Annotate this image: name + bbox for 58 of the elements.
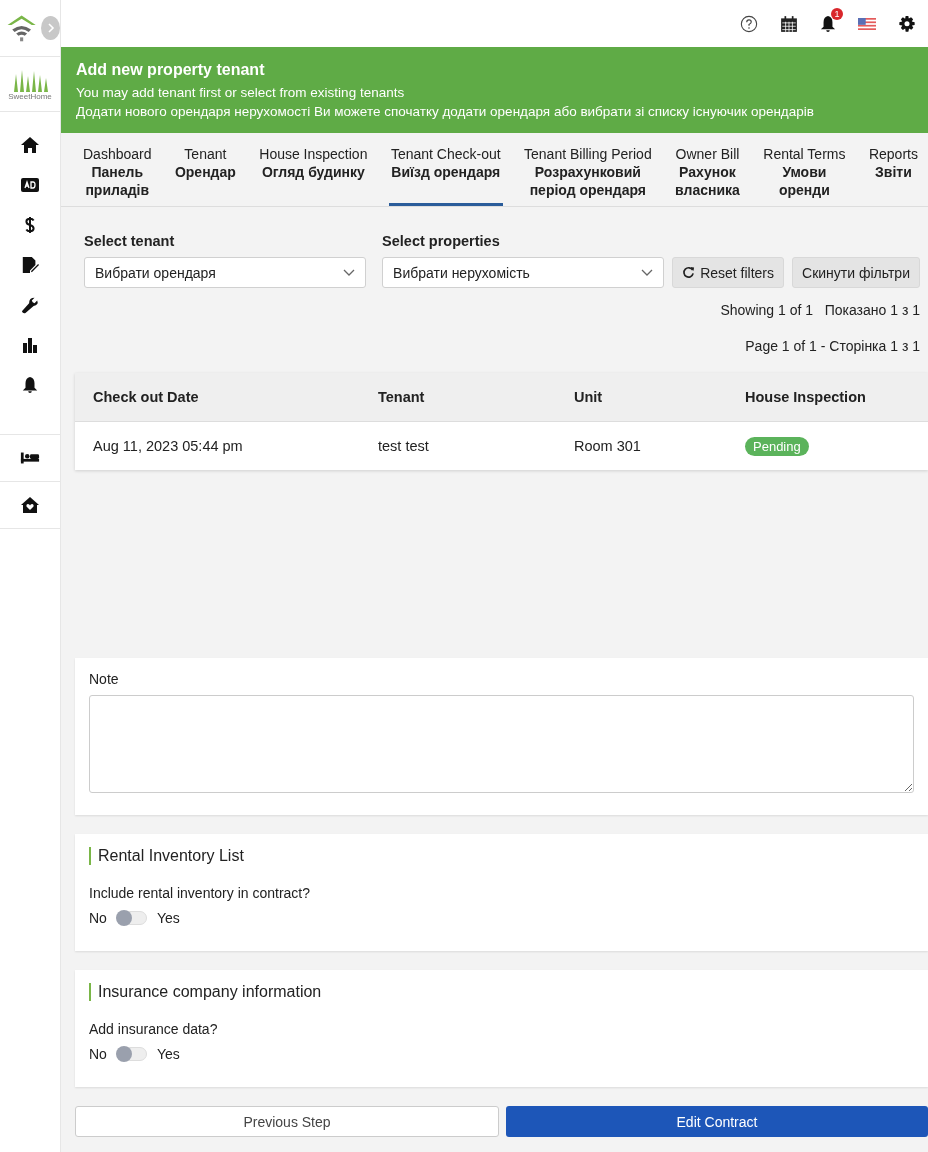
notification-count: 1: [831, 7, 843, 20]
column-header: Check out Date: [75, 373, 360, 422]
column-header: Unit: [556, 373, 727, 422]
field-label: Select properties: [382, 233, 501, 249]
settings-icon[interactable]: [898, 14, 916, 33]
nav-tab[interactable]: Tenant Орендар: [172, 133, 238, 206]
notifications-button[interactable]: 1: [820, 7, 843, 33]
banner-subtitle: Додати нового орендаря нерухомості Ви можете спочатку додати орендаря або вибрати зі списку існуючик орендарів: [76, 103, 815, 121]
nav-tab[interactable]: Reports Звіти: [866, 133, 920, 206]
edit-contract-button[interactable]: Edit Contract: [506, 1106, 928, 1137]
note-field[interactable]: [89, 695, 914, 793]
signed-document-icon[interactable]: [20, 256, 40, 274]
page-info: Page 1 of 1 - Сторінка 1 з 1: [745, 338, 921, 354]
reset-filters-button[interactable]: Reset filters: [672, 257, 785, 288]
wrench-icon[interactable]: [20, 296, 40, 314]
calendar-icon[interactable]: [780, 14, 798, 33]
home-icon[interactable]: [20, 136, 40, 154]
column-header: Tenant: [360, 373, 556, 422]
ad-icon[interactable]: [20, 176, 40, 194]
properties-select[interactable]: Вибрати нерухомість: [382, 257, 665, 288]
reset-filters-button[interactable]: Скинути фільтри: [792, 257, 920, 288]
bell-icon: [820, 14, 836, 33]
section-title: Rental Inventory List: [89, 847, 914, 865]
banner-subtitle: You may add tenant first or select from existing tenants: [76, 84, 406, 102]
brand-name: SweetHome: [8, 91, 52, 101]
nav-tab[interactable]: Owner Bill Рахунок власника: [673, 133, 742, 206]
field-label: Note: [89, 671, 120, 687]
house-heart-icon[interactable]: [20, 496, 40, 514]
section-title: Insurance company information: [89, 983, 914, 1001]
table-cell: test test: [360, 421, 556, 470]
chevron-down-icon: [641, 268, 654, 277]
chevron-right-icon: [45, 23, 56, 33]
field-label: Select tenant: [84, 233, 176, 249]
table-cell: Aug 11, 2023 05:44 pm: [75, 421, 360, 470]
toggle-switch[interactable]: [116, 1047, 147, 1061]
tenant-select[interactable]: Вибрати орендаря: [84, 257, 367, 288]
toggle-label: Yes: [156, 1046, 180, 1062]
nav-tab[interactable]: Tenant Check-out Виїзд орендаря: [388, 133, 503, 206]
nav-tab[interactable]: House Inspection Огляд будинку: [257, 133, 370, 206]
status-badge: Pending: [745, 437, 809, 456]
nav-tab[interactable]: Rental Terms Умови оренди: [761, 133, 848, 206]
toggle-label: No: [89, 1046, 107, 1062]
results-count: Showing 1 of 1 Показано 1 з 1: [720, 302, 921, 318]
question-text: Include rental inventory in contract?: [89, 885, 311, 901]
nav-tab[interactable]: Tenant Billing Period Розрахунковий період орендаря: [522, 133, 654, 206]
toggle-label: Yes: [156, 910, 180, 926]
bar-chart-icon[interactable]: [20, 336, 40, 354]
question-text: Add insurance data?: [89, 1021, 219, 1037]
toggle-label: No: [89, 910, 107, 926]
help-icon[interactable]: [740, 14, 758, 33]
column-header: House Inspection: [727, 373, 928, 422]
banner-title: Add new property tenant: [76, 61, 266, 79]
previous-step-button[interactable]: Previous Step: [75, 1106, 499, 1137]
nav-tab[interactable]: Dashboard Панель приладів: [81, 133, 154, 206]
refresh-icon: [682, 266, 696, 279]
table-cell: Room 301: [556, 421, 727, 470]
chevron-down-icon: [343, 268, 356, 277]
toggle-switch[interactable]: [116, 911, 147, 925]
